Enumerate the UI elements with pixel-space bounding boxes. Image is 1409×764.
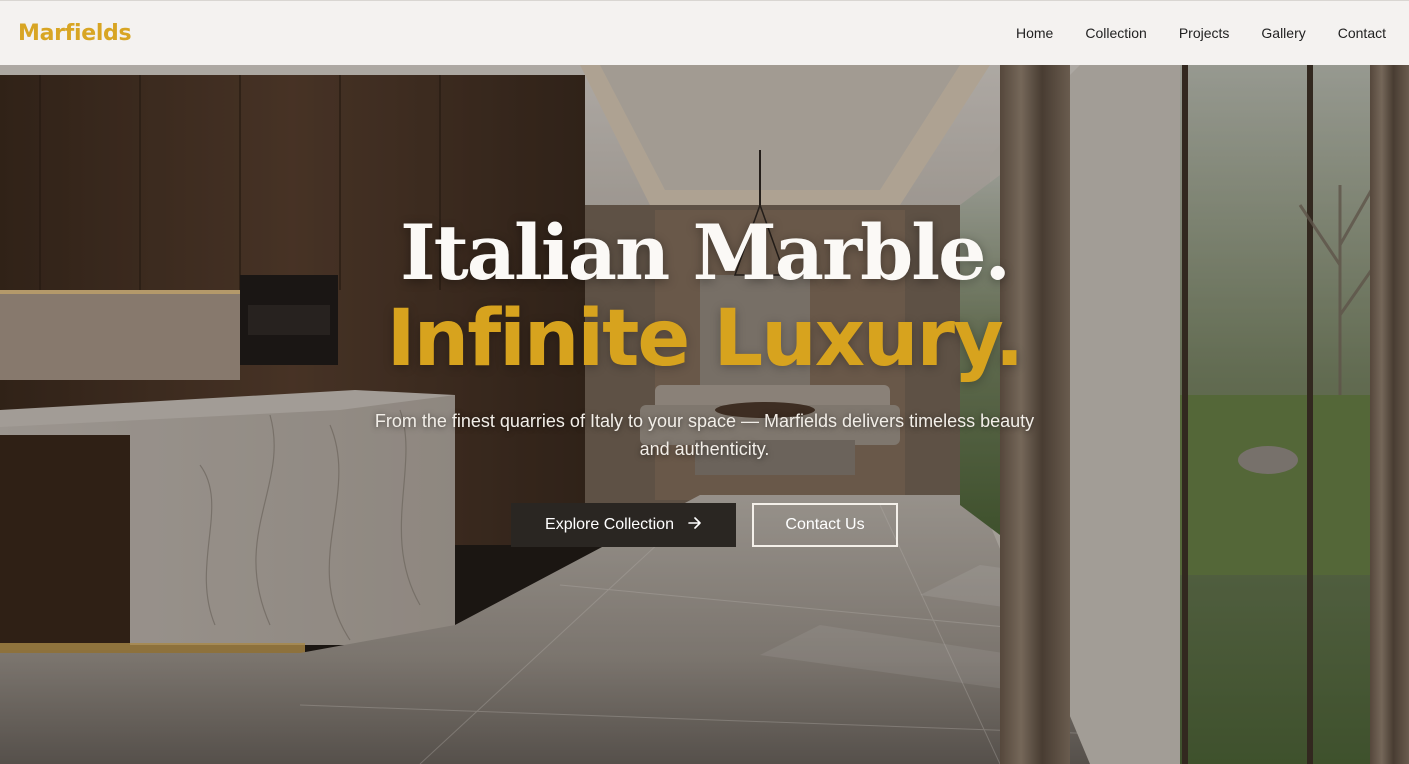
hero-section: Italian Marble. Infinite Luxury. From th… [0,65,1409,764]
site-header: Marfields Home Collection Projects Galle… [0,0,1409,65]
hero-content: Italian Marble. Infinite Luxury. From th… [0,65,1409,764]
hero-cta-group: Explore Collection Contact Us [511,503,898,547]
nav-link-gallery[interactable]: Gallery [1261,25,1305,41]
hero-subtext: From the finest quarries of Italy to you… [374,411,1035,459]
nav-link-projects[interactable]: Projects [1179,25,1230,41]
main-nav: Home Collection Projects Gallery Contact [984,25,1386,41]
nav-link-collection[interactable]: Collection [1085,25,1146,41]
explore-collection-label: Explore Collection [545,516,674,533]
nav-link-contact[interactable]: Contact [1338,25,1386,41]
contact-us-label: Contact Us [785,516,865,533]
hero-headline-accent: Infinite Luxury. [386,294,1025,384]
nav-link-home[interactable]: Home [1016,25,1053,41]
brand-logo[interactable]: Marfields [18,21,132,46]
contact-us-button[interactable]: Contact Us [752,503,898,547]
arrow-right-icon [688,517,702,533]
hero-headline-primary: Italian Marble. [400,208,1011,297]
explore-collection-button[interactable]: Explore Collection [511,503,736,547]
